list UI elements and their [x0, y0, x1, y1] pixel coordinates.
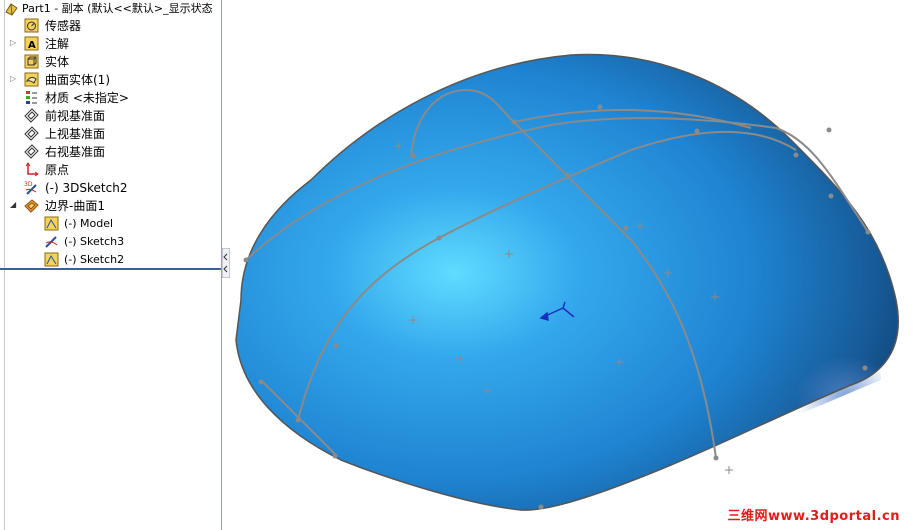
sketch-curve-icon [45, 236, 58, 248]
tree-item-label: (-) 3DSketch2 [45, 181, 128, 195]
tree-item-origin[interactable]: 原点 [0, 161, 221, 179]
tree-item-label: 右视基准面 [45, 145, 106, 159]
rollback-bar[interactable] [0, 268, 221, 270]
tree-item-label: 注解 [45, 37, 70, 51]
plane-icon [24, 126, 39, 141]
tree-item-label: 材质 <未指定> [45, 91, 129, 105]
collapse-arrow-icon[interactable]: ◢ [10, 201, 18, 209]
tree-item-label: 传感器 [45, 19, 82, 33]
feature-manager-tree: Part1 - 副本 (默认<<默认>_显示状态 传感器 ▷ A 注解 实体 ▷ [0, 0, 222, 530]
panel-collapse-handle[interactable] [222, 248, 230, 278]
tree-item-label: 实体 [45, 55, 70, 69]
tree-subitem-model[interactable]: (-) Model [0, 215, 221, 233]
tree-item-top-plane[interactable]: 上视基准面 [0, 125, 221, 143]
sketch-icon [44, 216, 59, 231]
annotation-icon: A [24, 36, 39, 51]
expand-arrow-icon[interactable]: ▷ [10, 75, 18, 83]
tree-item-label: 上视基准面 [45, 127, 106, 141]
tree-item-annotations[interactable]: ▷ A 注解 [0, 35, 221, 53]
graphics-viewport[interactable] [231, 0, 918, 530]
tree-item-label: 前视基准面 [45, 109, 106, 123]
tree-item-label: 边界-曲面1 [45, 199, 105, 213]
tree-subitem-sketch2[interactable]: (-) Sketch2 [0, 251, 221, 269]
tree-item-3dsketch2[interactable]: 3D (-) 3DSketch2 [0, 179, 221, 197]
svg-text:3D: 3D [24, 181, 33, 188]
sensor-icon [24, 18, 39, 33]
tree-item-label: 曲面实体(1) [45, 73, 110, 87]
plane-icon [24, 144, 39, 159]
svg-text:A: A [28, 40, 36, 51]
tree-subitem-label: (-) Sketch3 [64, 235, 125, 248]
tree-item-right-plane[interactable]: 右视基准面 [0, 143, 221, 161]
part-icon [5, 3, 18, 16]
tree-item-front-plane[interactable]: 前视基准面 [0, 107, 221, 125]
surface-body-icon [24, 72, 39, 87]
3d-sketch-icon: 3D [24, 181, 37, 195]
plane-icon [24, 108, 39, 123]
tree-root-part[interactable]: Part1 - 副本 (默认<<默认>_显示状态 [0, 0, 221, 18]
tree-item-surface-bodies[interactable]: ▷ 曲面实体(1) [0, 71, 221, 89]
boundary-surface-icon [24, 199, 39, 213]
tree-item-label: 原点 [45, 163, 70, 177]
tree-root-label: Part1 - 副本 (默认<<默认>_显示状态 [22, 2, 213, 15]
origin-icon [25, 162, 39, 177]
tree-subitem-label: (-) Sketch2 [64, 253, 125, 266]
tree-item-solid-bodies[interactable]: 实体 [0, 53, 221, 71]
expand-arrow-icon[interactable]: ▷ [10, 39, 18, 47]
tree-subitem-label: (-) Model [64, 217, 114, 230]
tree-subitem-sketch3[interactable]: (-) Sketch3 [0, 233, 221, 251]
site-watermark: 三维网www.3dportal.cn [727, 509, 900, 524]
tree-item-sensors[interactable]: 传感器 [0, 17, 221, 35]
material-icon [26, 91, 37, 104]
tree-item-material[interactable]: 材质 <未指定> [0, 89, 221, 107]
tree-item-boundary-surface1[interactable]: ◢ 边界-曲面1 [0, 197, 221, 215]
sketch-icon [44, 252, 59, 267]
solid-body-icon [24, 54, 39, 69]
